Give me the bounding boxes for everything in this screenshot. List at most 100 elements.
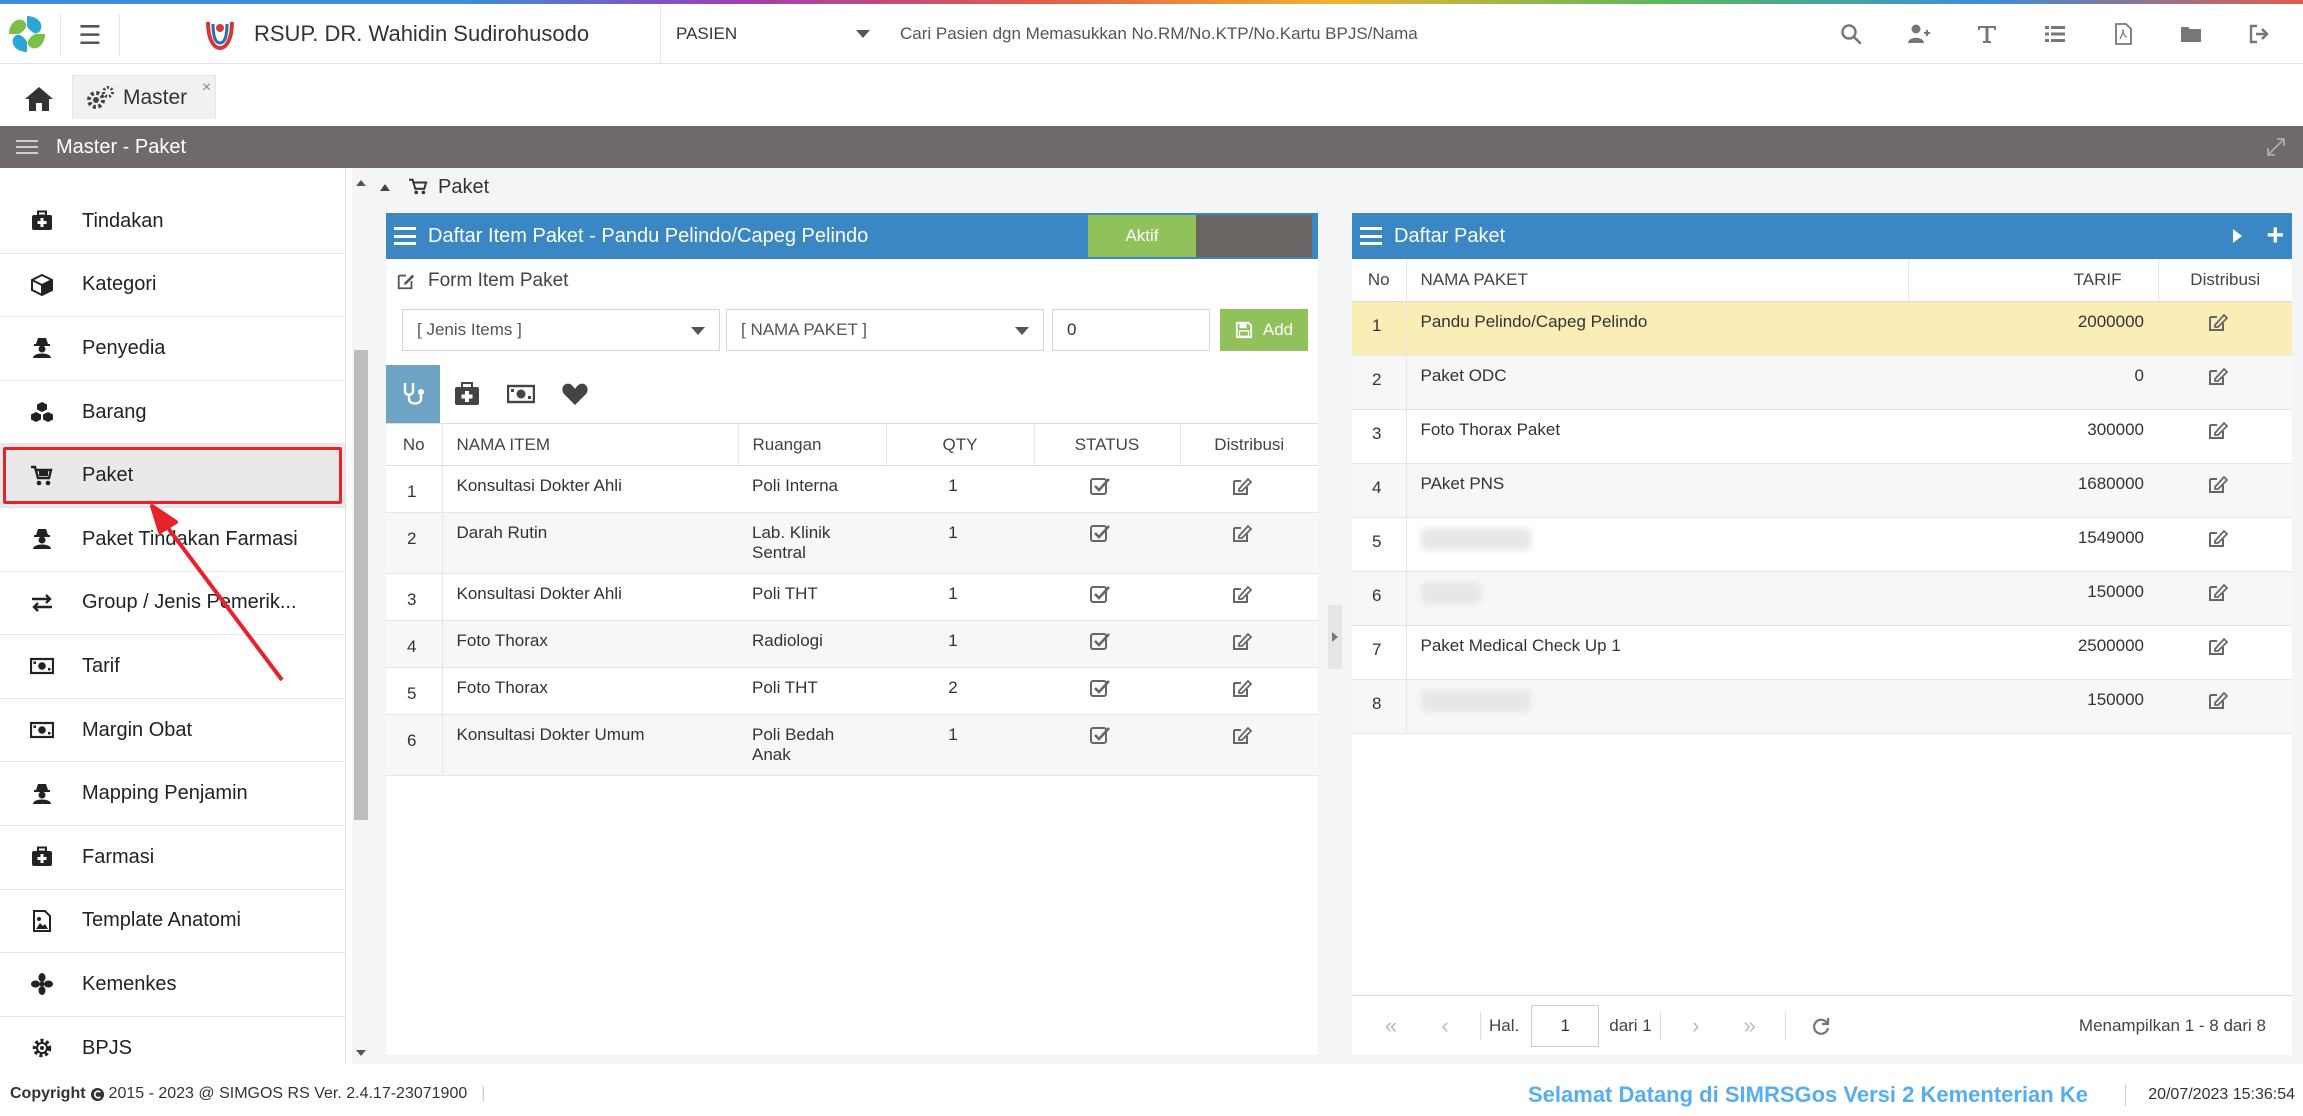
table-row[interactable]: 6 Konsultasi Dokter Umum Poli Bedah Anak 1 [386,714,1318,776]
add-paket-icon[interactable]: + [2266,221,2284,251]
play-icon[interactable] [2233,229,2243,243]
home-tab[interactable] [18,83,60,115]
first-page-button[interactable]: « [1364,1006,1418,1046]
sidebar-scrollbar[interactable] [352,168,370,1064]
table-row[interactable]: 1 Pandu Pelindo/Capeg Pelindo 2000000 [1352,301,2292,356]
scroll-up-icon[interactable] [356,180,366,186]
patient-search-input[interactable] [900,17,1800,51]
sidebar-item-mapping-penjamin[interactable]: Mapping Penjamin [0,762,345,826]
panel-splitter[interactable] [1328,605,1342,669]
sidebar-item-margin-obat[interactable]: Margin Obat [0,699,345,763]
edit-icon[interactable] [2207,366,2229,386]
edit-icon[interactable] [1231,678,1253,698]
cell-qty: 1 [886,512,1034,574]
table-row[interactable]: 6 150000 [1352,571,2292,626]
sidebar-item-label: Group / Jenis Pemerik... [82,591,297,614]
hospital-brand: RSUP. DR. Wahidin Sudirohusodo [200,4,589,64]
expand-icon[interactable] [2265,136,2287,158]
pdf-button[interactable] [2089,4,2157,64]
sidebar-item-template-anatomi[interactable]: Template Anatomi [0,890,345,954]
table-row[interactable]: 4 PAket PNS 1680000 [1352,463,2292,518]
sidebar-item-bpjs[interactable]: BPJS [0,1017,345,1064]
edit-icon[interactable] [2207,636,2229,656]
sidebar-item-tindakan[interactable]: Tindakan [0,190,345,254]
cell-distribusi [1180,465,1318,513]
sidebar-item-farmasi[interactable]: Farmasi [0,826,345,890]
tab-favorit[interactable] [548,365,602,423]
next-page-button[interactable]: › [1669,1006,1723,1046]
money-icon [507,384,535,404]
scroll-down-icon[interactable] [356,1050,366,1056]
header-divider [660,4,661,64]
page-number-input[interactable] [1531,1004,1600,1047]
sidebar-item-group-jenis-pemerik[interactable]: Group / Jenis Pemerik... [0,572,345,636]
table-row[interactable]: 5 1549000 [1352,517,2292,572]
mode-select[interactable]: PASIEN [676,17,876,51]
close-icon[interactable]: × [202,79,211,97]
edit-icon[interactable] [1231,725,1253,745]
tab-master[interactable]: Master × [72,75,217,119]
checkbox-icon[interactable] [1089,631,1111,651]
daftar-paket-panel-header: Daftar Paket + [1352,213,2292,259]
table-row[interactable]: 1 Konsultasi Dokter Ahli Poli Interna 1 [386,465,1318,513]
menu-toggle-button[interactable]: ☰ [60,14,120,56]
qty-input[interactable] [1052,309,1210,351]
aktif-toggle[interactable]: Aktif [1088,215,1312,257]
last-page-button[interactable]: » [1723,1006,1777,1046]
table-row[interactable]: 5 Foto Thorax Poli THT 2 [386,667,1318,715]
table-row[interactable]: 2 Paket ODC 0 [1352,355,2292,410]
edit-icon[interactable] [1231,631,1253,651]
cell-ruangan: Poli THT [738,573,886,621]
sidebar-item-tarif[interactable]: Tarif [0,635,345,699]
sidebar-item-barang[interactable]: Barang [0,381,345,445]
sidebar-item-paket-tindakan-farmasi[interactable]: Paket Tindakan Farmasi [0,508,345,572]
search-button[interactable] [1817,4,1885,64]
add-patient-button[interactable] [1885,4,1953,64]
logout-button[interactable] [2225,4,2293,64]
sidebar-toggle-icon[interactable] [16,140,38,154]
edit-icon[interactable] [2207,690,2229,710]
prev-page-button[interactable]: ‹ [1418,1006,1472,1046]
sidebar-item-label: Mapping Penjamin [82,782,248,805]
sidebar-item-kategori[interactable]: Kategori [0,254,345,318]
app-logo[interactable] [0,4,54,64]
scroll-thumb[interactable] [354,350,368,820]
table-row[interactable]: 4 Foto Thorax Radiologi 1 [386,620,1318,668]
list-button[interactable] [2021,4,2089,64]
edit-icon[interactable] [2207,474,2229,494]
sidebar-item-paket[interactable]: Paket [0,444,345,508]
jenis-items-select[interactable]: [ Jenis Items ] [402,309,720,351]
tab-tindakan[interactable] [386,365,440,423]
tab-tarif[interactable] [494,365,548,423]
collapse-caret-icon[interactable] [380,183,390,191]
table-row[interactable]: 8 150000 [1352,679,2292,734]
text-button[interactable] [1953,4,2021,64]
section-title: Master - Paket [56,135,187,158]
col-nama-paket: NAMA PAKET [1406,259,1909,302]
edit-icon[interactable] [2207,312,2229,332]
checkbox-icon[interactable] [1089,476,1111,496]
checkbox-icon[interactable] [1089,523,1111,543]
sidebar-item-kemenkes[interactable]: Kemenkes [0,953,345,1017]
nama-paket-placeholder: [ NAMA PAKET ] [741,320,867,339]
cell-distribusi [2158,409,2292,464]
checkbox-icon[interactable] [1089,725,1111,745]
table-row[interactable]: 2 Darah Rutin Lab. Klinik Sentral 1 [386,512,1318,574]
edit-icon[interactable] [2207,528,2229,548]
edit-icon[interactable] [1231,584,1253,604]
edit-icon[interactable] [2207,582,2229,602]
sidebar-item-penyedia[interactable]: Penyedia [0,317,345,381]
table-row[interactable]: 3 Konsultasi Dokter Ahli Poli THT 1 [386,573,1318,621]
checkbox-icon[interactable] [1089,678,1111,698]
add-button[interactable]: Add [1220,309,1308,351]
folder-button[interactable] [2157,4,2225,64]
table-row[interactable]: 3 Foto Thorax Paket 300000 [1352,409,2292,464]
table-row[interactable]: 7 Paket Medical Check Up 1 2500000 [1352,625,2292,680]
checkbox-icon[interactable] [1089,584,1111,604]
edit-icon[interactable] [1231,476,1253,496]
tab-obat[interactable] [440,365,494,423]
edit-icon[interactable] [1231,523,1253,543]
edit-icon[interactable] [2207,420,2229,440]
nama-paket-select[interactable]: [ NAMA PAKET ] [726,309,1044,351]
refresh-button[interactable] [1794,1006,1848,1046]
